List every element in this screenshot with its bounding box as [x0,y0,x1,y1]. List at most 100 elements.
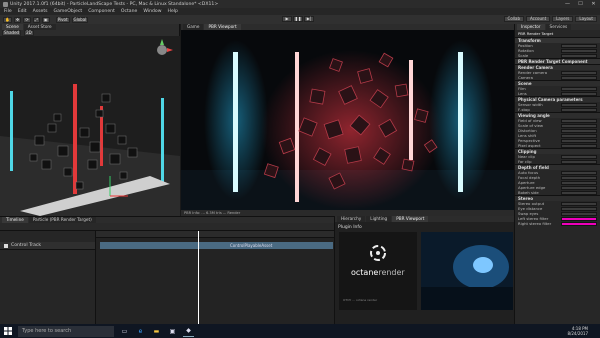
inspector-panel: Inspector Services PBR Render Target Tra… [514,24,600,324]
field-value[interactable] [561,86,597,91]
field-value[interactable] [561,185,597,190]
field-value[interactable] [561,138,597,143]
edge-icon[interactable]: e [135,326,146,337]
render-viewport[interactable] [181,30,514,210]
account-dropdown[interactable]: Account [525,16,551,22]
menu-octane[interactable]: Octane [121,9,138,14]
field-value[interactable] [561,201,597,206]
field-value[interactable] [561,170,597,175]
playhead[interactable] [198,231,199,325]
field-value[interactable] [561,70,597,75]
track-row[interactable]: Control Track [0,242,95,250]
tab-particle-timeline[interactable]: Particle (PBR Render Target) [28,217,96,223]
unity-editor-window: { "window":{"title":"Unity 2017.1.0f1 (6… [0,0,600,338]
maximize-button[interactable]: ☐ [574,0,587,8]
scene-panel: Scene Asset Store Shaded 2D [0,24,180,216]
control-clip[interactable]: ControlPlayableAsset [100,242,333,249]
play-button[interactable]: ▶ [282,16,292,22]
close-button[interactable]: ✕ [587,0,600,8]
windows-logo-icon [4,327,12,335]
hand-tool-button[interactable]: ✋ [3,16,12,23]
menu-window[interactable]: Window [143,9,161,14]
pivot-toggle[interactable]: Pivot [55,16,70,23]
store-icon[interactable]: ▣ [167,326,178,337]
red-light-bar [295,52,299,202]
windows-taskbar: Type here to search ▭ e ▬ ▣ ◆ 4:18 PM 8/2… [0,324,600,338]
scale-field[interactable] [561,53,597,58]
field-value[interactable] [561,102,597,107]
unity-logo-icon [3,1,8,7]
blue-light-bar [458,52,463,192]
menu-assets[interactable]: Assets [33,9,48,14]
field-value[interactable] [561,118,597,123]
field-value[interactable] [561,133,597,138]
clock[interactable]: 4:18 PM 8/24/2017 [567,326,588,336]
rect-tool-button[interactable]: ▣ [41,16,50,23]
scale-tool-button[interactable]: ⤢ [32,16,40,23]
component-header[interactable]: PBR Render Target Component [515,58,600,64]
field-value[interactable] [561,107,597,112]
start-button[interactable] [0,324,16,338]
octane-logo-icon [370,245,386,261]
title-bar: Unity 2017.1.0f1 (64bit) - ParticleLandS… [0,0,600,8]
rotate-tool-button[interactable]: ⟳ [23,16,31,23]
field-value[interactable] [561,221,597,226]
layout-dropdown[interactable]: Layout [575,16,597,22]
tab-lighting[interactable]: Lighting [366,216,392,222]
field-value[interactable] [561,123,597,128]
tab-services[interactable]: Services [545,24,572,30]
field-value[interactable] [561,190,597,195]
tab-timeline[interactable]: Timeline [2,217,28,223]
layers-dropdown[interactable]: Layers [552,16,574,22]
field-value[interactable] [561,206,597,211]
field-value[interactable] [561,180,597,185]
tab-hierarchy[interactable]: Hierarchy [337,216,366,222]
menu-gameobject[interactable]: GameObject [54,9,83,14]
tab-inspector[interactable]: Inspector [517,24,545,30]
timeline-panel: Timeline Particle (PBR Render Target) Co… [0,216,334,325]
field-row: Right stereo filter [515,221,600,226]
field-value[interactable] [561,211,597,216]
game-panel: Game PBR Viewport PBR Info: ... 6.3M tri… [181,24,514,216]
field-value[interactable] [561,143,597,148]
field-value[interactable] [561,128,597,133]
octane-logo-area: octanerender OTOY ... octane render [339,232,417,310]
timeline-ruler[interactable] [96,231,334,238]
menu-file[interactable]: File [4,9,12,14]
scene-light-bar [161,98,164,183]
octane-brand-render: render [378,268,405,277]
field-value[interactable] [561,159,597,164]
toolbar: ✋ ✥ ⟳ ⤢ ▣ Pivot Global ▶ ❚❚ ▶| Collab Ac… [0,15,600,24]
field-value[interactable] [561,216,597,221]
plugin-info-panel: Hierarchy Lighting PBR Viewport Plugin I… [334,216,514,324]
taskbar-search[interactable]: Type here to search [18,325,114,337]
track-icon [4,243,8,248]
field-value[interactable] [561,75,597,80]
field-value[interactable] [561,154,597,159]
menu-help[interactable]: Help [167,9,177,14]
collab-button[interactable]: Collab [503,16,524,22]
menu-edit[interactable]: Edit [18,9,27,14]
octane-brand: octane [351,268,379,277]
rotation-field[interactable] [561,48,597,53]
preview-image [421,232,513,310]
field-value[interactable] [561,175,597,180]
object-name[interactable]: PBR Render Target [515,30,600,37]
field-value[interactable] [561,91,597,96]
pause-button[interactable]: ❚❚ [293,16,303,22]
menu-component[interactable]: Component [88,9,115,14]
global-toggle[interactable]: Global [71,16,89,23]
move-tool-button[interactable]: ✥ [13,16,22,23]
position-field[interactable] [561,43,597,48]
scene-light-bar [73,84,77,194]
timeline-controls [0,223,334,231]
red-light-bar [409,60,413,160]
file-explorer-icon[interactable]: ▬ [151,326,162,337]
step-button[interactable]: ▶| [304,16,314,22]
unity-taskbar-icon[interactable]: ◆ [183,326,194,337]
scene-light-bar [10,91,13,171]
task-view-icon[interactable]: ▭ [119,326,130,337]
tab-pbr-viewport-2[interactable]: PBR Viewport [392,216,429,222]
minimize-button[interactable]: — [561,0,574,8]
scene-viewport[interactable] [0,36,180,216]
